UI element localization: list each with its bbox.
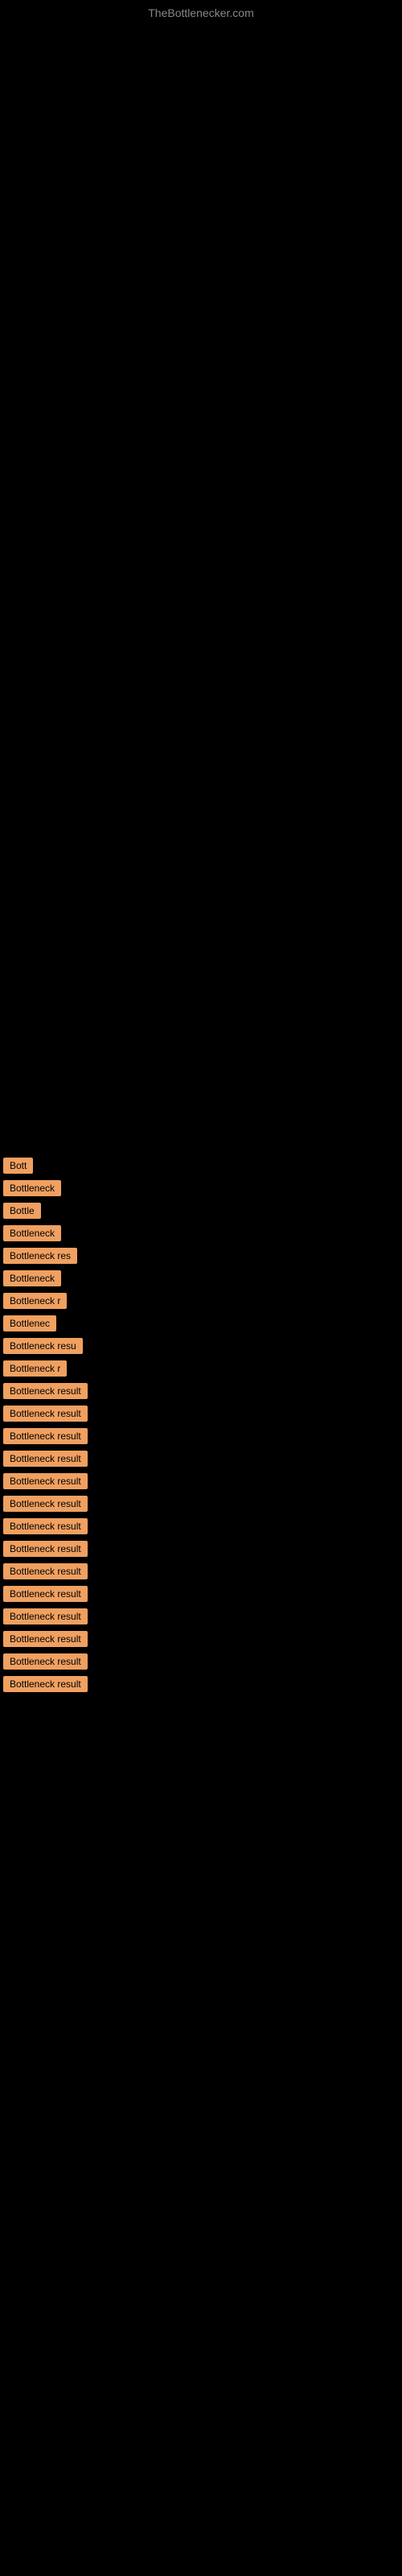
list-item: Bottleneck r (0, 1293, 402, 1309)
list-item: Bottleneck result (0, 1586, 402, 1602)
list-item: Bottleneck result (0, 1473, 402, 1489)
list-item: Bott (0, 1158, 402, 1174)
list-item: Bottleneck result (0, 1653, 402, 1670)
list-item: Bottleneck (0, 1270, 402, 1286)
result-badge[interactable]: Bottleneck resu (3, 1338, 83, 1354)
result-badge[interactable]: Bottleneck result (3, 1473, 88, 1489)
list-item: Bottleneck result (0, 1406, 402, 1422)
list-item: Bottleneck result (0, 1451, 402, 1467)
result-badge[interactable]: Bottleneck r (3, 1293, 67, 1309)
list-item: Bottlenec (0, 1315, 402, 1331)
list-item: Bottleneck result (0, 1518, 402, 1534)
result-badge[interactable]: Bottleneck result (3, 1608, 88, 1624)
result-badge[interactable]: Bott (3, 1158, 33, 1174)
list-item: Bottleneck result (0, 1608, 402, 1624)
result-badge[interactable]: Bottleneck result (3, 1451, 88, 1467)
result-badge[interactable]: Bottleneck result (3, 1406, 88, 1422)
list-item: Bottleneck resu (0, 1338, 402, 1354)
site-title: TheBottlenecker.com (0, 0, 402, 23)
result-badge[interactable]: Bottleneck result (3, 1518, 88, 1534)
result-badge[interactable]: Bottlenec (3, 1315, 56, 1331)
list-item: Bottleneck result (0, 1563, 402, 1579)
result-badge[interactable]: Bottleneck (3, 1225, 61, 1241)
result-badge[interactable]: Bottleneck result (3, 1653, 88, 1670)
chart-area (0, 23, 402, 1150)
list-item: Bottleneck result (0, 1428, 402, 1444)
result-badge[interactable]: Bottleneck res (3, 1248, 77, 1264)
result-badge[interactable]: Bottle (3, 1203, 41, 1219)
result-badge[interactable]: Bottleneck (3, 1180, 61, 1196)
result-badge[interactable]: Bottleneck result (3, 1631, 88, 1647)
result-badge[interactable]: Bottleneck (3, 1270, 61, 1286)
list-item: Bottle (0, 1203, 402, 1219)
result-badge[interactable]: Bottleneck result (3, 1496, 88, 1512)
list-item: Bottleneck r (0, 1360, 402, 1377)
result-badge[interactable]: Bottleneck result (3, 1428, 88, 1444)
list-item: Bottleneck result (0, 1676, 402, 1692)
result-badge[interactable]: Bottleneck result (3, 1383, 88, 1399)
list-item: Bottleneck result (0, 1541, 402, 1557)
list-item: Bottleneck result (0, 1631, 402, 1647)
result-badge[interactable]: Bottleneck result (3, 1563, 88, 1579)
list-item: Bottleneck (0, 1180, 402, 1196)
list-item: Bottleneck result (0, 1383, 402, 1399)
results-area: Bott Bottleneck Bottle Bottleneck Bottleneck… (0, 1150, 402, 1692)
list-item: Bottleneck (0, 1225, 402, 1241)
site-title-bar: TheBottlenecker.com (0, 0, 402, 23)
result-badge[interactable]: Bottleneck r (3, 1360, 67, 1377)
result-badge[interactable]: Bottleneck result (3, 1586, 88, 1602)
result-badge[interactable]: Bottleneck result (3, 1676, 88, 1692)
result-badge[interactable]: Bottleneck result (3, 1541, 88, 1557)
list-item: Bottleneck result (0, 1496, 402, 1512)
list-item: Bottleneck res (0, 1248, 402, 1264)
